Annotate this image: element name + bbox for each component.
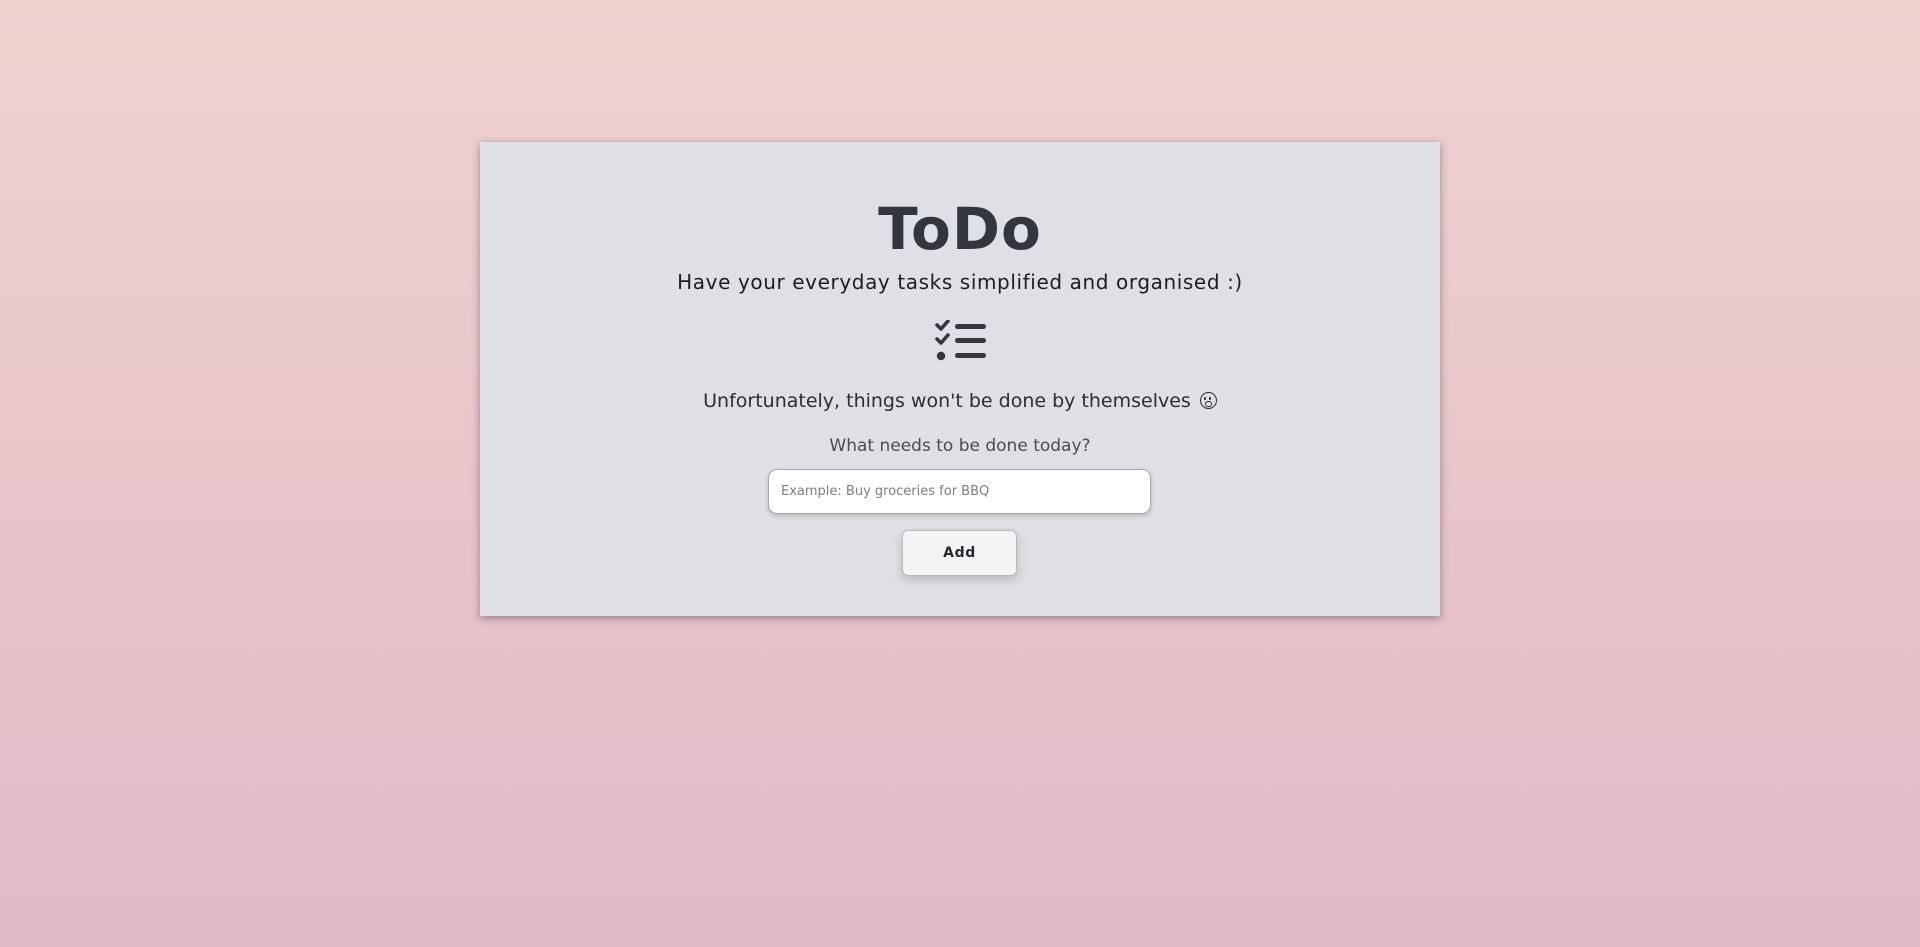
task-list-icon (935, 320, 986, 361)
task-prompt: What needs to be done today? (829, 436, 1091, 456)
motivation-message: Unfortunately, things won't be done by t… (480, 388, 1440, 414)
task-input[interactable] (768, 469, 1151, 514)
page-title: ToDo (878, 195, 1042, 263)
add-button[interactable]: Add (902, 530, 1017, 576)
motivation-text: Unfortunately, things won't be done by t… (703, 390, 1191, 412)
page-subtitle: Have your everyday tasks simplified and … (677, 270, 1243, 294)
face-screaming-icon (1199, 392, 1217, 409)
todo-card: ToDo Have your everyday tasks simplified… (480, 142, 1440, 616)
